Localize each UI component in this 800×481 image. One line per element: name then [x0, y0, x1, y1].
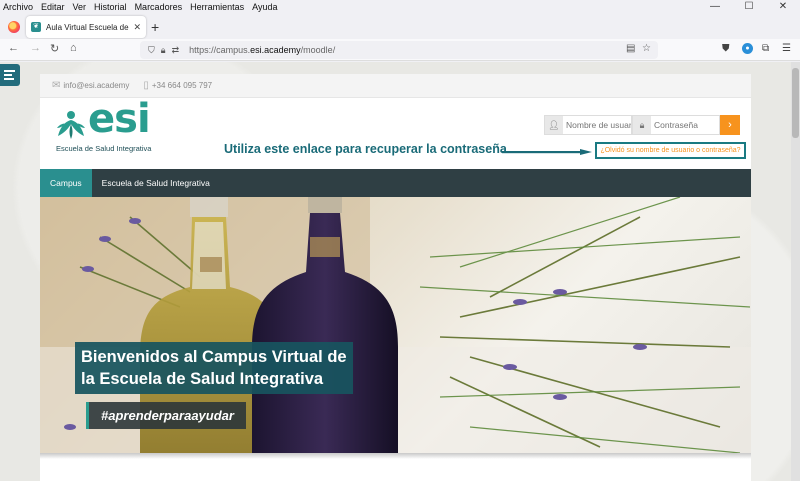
menu-bar: Archivo Editar Ver Historial Marcadores … [0, 0, 800, 13]
phone-icon: ▯ [143, 80, 149, 91]
page-container: ✉ info@esi.academy ▯ +34 664 095 797 esi… [40, 74, 751, 481]
menu-herramientas[interactable]: Herramientas [186, 2, 248, 12]
web-page: ✉ info@esi.academy ▯ +34 664 095 797 esi… [0, 62, 800, 481]
back-icon[interactable]: ← [8, 42, 19, 54]
user-icon: 👤︎ [545, 116, 563, 134]
extensions-puzzle-icon[interactable]: ⧉ [762, 43, 769, 54]
mail-icon: ✉ [52, 80, 61, 91]
permissions-icon[interactable]: ⇄ [172, 45, 180, 56]
reader-view-icon[interactable]: ▤ [626, 43, 635, 54]
tab-strip: ❦ Aula Virtual Escuela de Salud In ✕ + [0, 13, 800, 39]
shield-icon[interactable]: ⛉ [148, 45, 155, 56]
menu-ver[interactable]: Ver [69, 2, 91, 12]
menu-ayuda[interactable]: Ayuda [248, 2, 281, 12]
app-menu-icon[interactable]: ☰ [782, 43, 791, 54]
navigation-bar: ← → ↻ ⌂ ⛉ 🔒︎ ⇄ https://campus.esi.academ… [0, 39, 800, 61]
close-tab-icon[interactable]: ✕ [133, 22, 141, 33]
scrollbar-thumb[interactable] [792, 68, 799, 138]
menu-historial[interactable]: Historial [90, 2, 131, 12]
close-window-button[interactable]: ✕ [766, 0, 800, 13]
nav-item-campus[interactable]: Campus [40, 169, 92, 197]
menu-archivo[interactable]: Archivo [0, 2, 37, 12]
lock-icon: 🔒︎ [633, 116, 651, 134]
hero-shadow [40, 453, 751, 459]
minimize-button[interactable]: — [698, 0, 732, 13]
logo-wordmark: esi [88, 96, 151, 142]
main-navigation: Campus Escuela de Salud Integrativa [40, 169, 751, 197]
menu-editar[interactable]: Editar [37, 2, 69, 12]
login-submit-button[interactable]: › [720, 115, 740, 135]
hero-title-line1: Bienvenidos al Campus Virtual de [81, 348, 347, 366]
hero-banner: Bienvenidos al Campus Virtual de la Escu… [40, 197, 751, 453]
contact-phone[interactable]: +34 664 095 797 [152, 81, 212, 90]
pocket-icon[interactable]: ⛊ [722, 43, 730, 54]
menu-marcadores[interactable]: Marcadores [131, 2, 187, 12]
drawer-toggle-button[interactable] [0, 64, 20, 86]
password-field-group: 🔒︎ [632, 115, 720, 135]
site-favicon-icon: ❦ [31, 22, 41, 32]
nav-item-escuela[interactable]: Escuela de Salud Integrativa [92, 169, 220, 197]
site-logo[interactable]: esi Escuela de Salud Integrativa [54, 96, 164, 153]
contact-bar: ✉ info@esi.academy ▯ +34 664 095 797 [40, 74, 751, 98]
logo-leaf-icon [57, 111, 85, 139]
bookmark-star-icon[interactable]: ☆ [642, 43, 651, 54]
forgot-password-link[interactable]: ¿Olvidó su nombre de usuario o contraseñ… [595, 142, 746, 159]
hero-title-line2: la Escuela de Salud Integrativa [81, 370, 324, 388]
username-input[interactable] [563, 120, 631, 130]
url-text[interactable]: https://campus.esi.academy/moodle/ [189, 45, 335, 55]
username-field-group: 👤︎ [544, 115, 632, 135]
password-input[interactable] [651, 120, 719, 130]
forward-icon[interactable]: → [30, 42, 41, 54]
lock-icon[interactable]: 🔒︎ [161, 45, 166, 56]
window-controls: — ☐ ✕ [698, 0, 800, 13]
page-scrollbar[interactable] [791, 62, 800, 481]
url-bar[interactable]: ⛉ 🔒︎ ⇄ https://campus.esi.academy/moodle… [140, 41, 658, 59]
home-icon[interactable]: ⌂ [70, 42, 77, 54]
maximize-button[interactable]: ☐ [732, 0, 766, 13]
annotation-text: Utiliza este enlace para recuperar la co… [224, 142, 507, 156]
contact-email[interactable]: info@esi.academy [63, 81, 129, 90]
hero-title: Bienvenidos al Campus Virtual de la Escu… [75, 342, 353, 394]
hero-tagline: #aprenderparaayudar [86, 402, 246, 429]
reload-icon[interactable]: ↻ [50, 42, 59, 55]
extension-icon[interactable]: ● [742, 43, 753, 54]
logo-subtitle: Escuela de Salud Integrativa [56, 144, 152, 153]
tab-aula-virtual[interactable]: ❦ Aula Virtual Escuela de Salud In ✕ [26, 16, 146, 38]
login-form: 👤︎ 🔒︎ › [544, 115, 740, 135]
firefox-view-icon[interactable] [8, 21, 20, 33]
annotation-arrow-icon [502, 149, 592, 155]
tab-title: Aula Virtual Escuela de Salud In [46, 22, 129, 32]
new-tab-button[interactable]: + [151, 19, 159, 35]
